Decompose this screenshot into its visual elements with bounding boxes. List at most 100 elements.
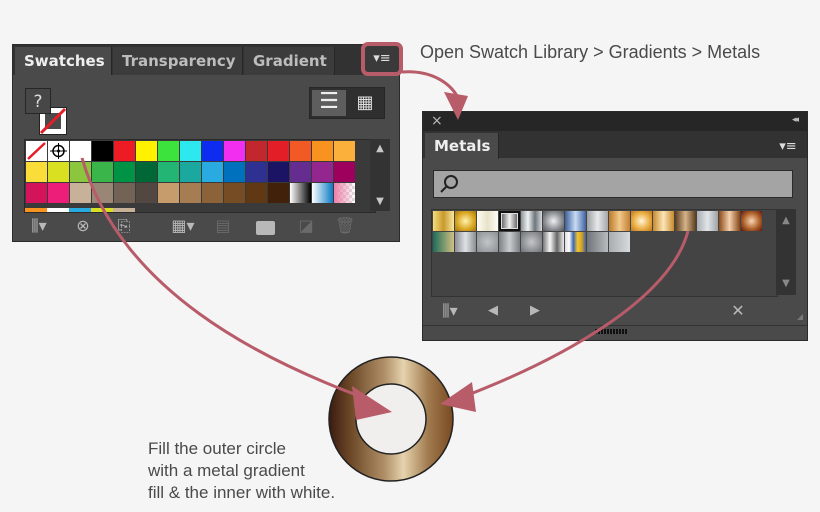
- swatch-color[interactable]: [312, 141, 333, 161]
- swatch-color[interactable]: [334, 141, 355, 161]
- swatch-gradient[interactable]: [290, 183, 311, 203]
- swatch-color[interactable]: [114, 141, 135, 161]
- swatch-color[interactable]: [26, 162, 47, 182]
- save-swatch-library-icon[interactable]: ⎘: [111, 217, 137, 235]
- resize-grip-icon[interactable]: ◢: [797, 312, 803, 321]
- swatch-color[interactable]: [246, 183, 267, 203]
- list-view-icon[interactable]: ☰: [312, 90, 346, 116]
- swatch-gradient[interactable]: [312, 183, 333, 203]
- scroll-down-icon[interactable]: ▼: [370, 196, 390, 207]
- fill-swatch[interactable]: ?: [25, 88, 51, 114]
- metal-gradient-swatch[interactable]: [675, 211, 696, 231]
- metal-gradient-swatch[interactable]: [565, 232, 586, 252]
- swatch-color[interactable]: [224, 162, 245, 182]
- swatch-none[interactable]: [26, 141, 47, 161]
- swatch-color[interactable]: [180, 183, 201, 203]
- swatch-registration[interactable]: [48, 141, 69, 161]
- swatch-color[interactable]: [136, 183, 157, 203]
- tab-metals[interactable]: Metals: [425, 133, 499, 159]
- metal-gradient-swatch[interactable]: [631, 211, 652, 231]
- metal-gradient-swatch[interactable]: [499, 232, 520, 252]
- new-color-group-icon[interactable]: [256, 221, 275, 235]
- metal-gradient-swatch[interactable]: [455, 211, 476, 231]
- metal-gradient-swatch[interactable]: [587, 232, 608, 252]
- metal-gradient-swatch[interactable]: [477, 211, 498, 231]
- scroll-down-icon[interactable]: ▼: [776, 278, 796, 289]
- previous-library-icon[interactable]: ◀: [485, 302, 501, 320]
- collapse-icon[interactable]: ◂◂: [792, 115, 799, 125]
- swatch-color[interactable]: [158, 162, 179, 182]
- metal-gradient-swatch[interactable]: [565, 211, 586, 231]
- search-input[interactable]: [462, 174, 786, 196]
- swatch-color[interactable]: [334, 162, 355, 182]
- swatch-color[interactable]: [224, 141, 245, 161]
- swatch-color[interactable]: [136, 162, 157, 182]
- scroll-up-icon[interactable]: ▲: [370, 143, 390, 154]
- metal-gradient-swatch[interactable]: [521, 211, 542, 231]
- metal-gradient-swatch[interactable]: [741, 211, 762, 231]
- swatch-color[interactable]: [246, 162, 267, 182]
- metal-gradient-swatch[interactable]: [543, 211, 564, 231]
- swatch-color[interactable]: [70, 141, 91, 161]
- swatch-color[interactable]: [224, 183, 245, 203]
- metal-gradient-swatch[interactable]: [433, 211, 454, 231]
- metal-gradient-swatch[interactable]: [499, 211, 520, 231]
- metal-gradient-swatch[interactable]: [609, 211, 630, 231]
- metals-scrollbar[interactable]: ▲ ▼: [776, 209, 796, 295]
- swatch-color[interactable]: [158, 141, 179, 161]
- metal-gradient-swatch[interactable]: [477, 232, 498, 252]
- search-field[interactable]: [433, 170, 793, 198]
- thumbnail-view-icon[interactable]: ▦: [348, 90, 382, 116]
- swatch-color[interactable]: [26, 183, 47, 203]
- swatch-libraries-icon[interactable]: ⫼▾: [437, 302, 463, 320]
- swatch-color[interactable]: [92, 141, 113, 161]
- add-to-swatches-icon[interactable]: ✕: [727, 302, 749, 320]
- swatch-color[interactable]: [268, 162, 289, 182]
- swatch-color[interactable]: [246, 141, 267, 161]
- swatch-color[interactable]: [114, 162, 135, 182]
- swatch-color[interactable]: [268, 141, 289, 161]
- swatch-color[interactable]: [180, 141, 201, 161]
- panel-drag-handle[interactable]: [595, 329, 627, 334]
- swatch-color[interactable]: [290, 162, 311, 182]
- tab-gradient[interactable]: Gradient: [244, 47, 335, 75]
- metal-gradient-swatch[interactable]: [543, 232, 564, 252]
- swatch-color[interactable]: [202, 162, 223, 182]
- swatch-color[interactable]: [136, 141, 157, 161]
- metal-gradient-swatch[interactable]: [653, 211, 674, 231]
- new-swatch-icon[interactable]: ◪: [297, 217, 315, 235]
- next-library-icon[interactable]: ▶: [527, 302, 543, 320]
- scroll-up-icon[interactable]: ▲: [776, 215, 796, 226]
- swatch-color[interactable]: [290, 141, 311, 161]
- panel-menu-button[interactable]: ▾≡: [361, 42, 403, 76]
- metal-gradient-swatch[interactable]: [587, 211, 608, 231]
- metal-gradient-swatch[interactable]: [455, 232, 476, 252]
- close-icon[interactable]: ×: [431, 113, 443, 129]
- swatch-color[interactable]: [70, 183, 91, 203]
- swatch-color[interactable]: [114, 183, 135, 203]
- delete-swatch-icon[interactable]: 🗑: [335, 217, 355, 235]
- metal-gradient-swatch[interactable]: [433, 232, 454, 252]
- swatch-color[interactable]: [312, 162, 333, 182]
- metal-gradient-swatch[interactable]: [697, 211, 718, 231]
- swatch-libraries-icon[interactable]: ⫼▾: [27, 217, 51, 235]
- swatch-color[interactable]: [48, 183, 69, 203]
- swatch-color[interactable]: [92, 183, 113, 203]
- swatch-options-icon[interactable]: ▤: [213, 217, 233, 235]
- metal-gradient-swatch[interactable]: [719, 211, 740, 231]
- swatch-color[interactable]: [180, 162, 201, 182]
- show-swatch-kinds-icon[interactable]: ▦▾: [171, 217, 195, 235]
- tab-swatches[interactable]: Swatches: [15, 47, 112, 75]
- place-swatches-icon[interactable]: ⊗: [73, 217, 93, 235]
- swatch-color[interactable]: [202, 141, 223, 161]
- metal-gradient-swatch[interactable]: [609, 232, 630, 252]
- swatch-color[interactable]: [268, 183, 289, 203]
- panel-menu-icon[interactable]: ▾≡: [777, 139, 799, 155]
- tab-transparency[interactable]: Transparency: [113, 47, 243, 75]
- metal-gradient-swatch[interactable]: [521, 232, 542, 252]
- swatch-scrollbar[interactable]: ▲ ▼: [370, 139, 390, 211]
- swatch-color[interactable]: [158, 183, 179, 203]
- swatch-color[interactable]: [70, 162, 91, 182]
- swatch-color[interactable]: [202, 183, 223, 203]
- swatch-color[interactable]: [48, 162, 69, 182]
